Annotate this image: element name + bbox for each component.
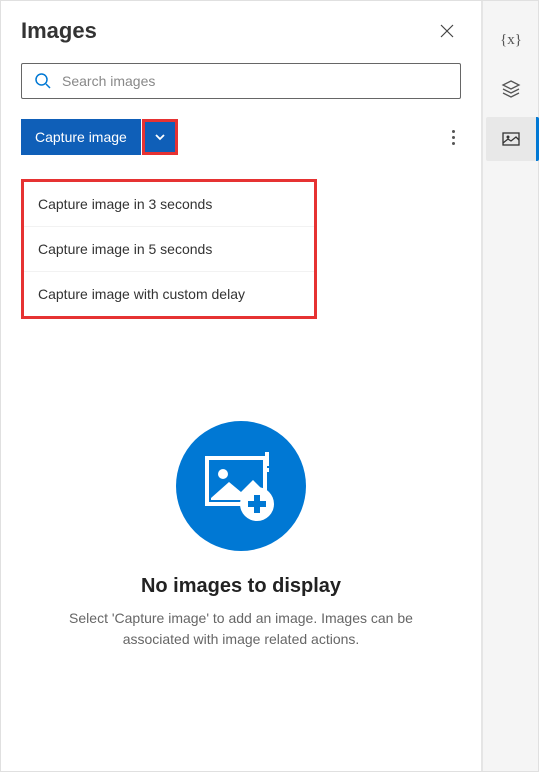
sidebar-item-layers[interactable] <box>487 67 535 111</box>
search-icon <box>34 72 52 90</box>
empty-state: No images to display Select 'Capture ima… <box>1 421 481 650</box>
capture-image-button[interactable]: Capture image <box>21 119 141 155</box>
svg-text:{x}: {x} <box>500 32 522 48</box>
dropdown-item-custom[interactable]: Capture image with custom delay <box>24 272 314 316</box>
capture-split-button: Capture image <box>21 119 178 155</box>
image-plus-icon <box>201 448 281 524</box>
more-options-button[interactable] <box>446 124 461 151</box>
dropdown-item-3sec[interactable]: Capture image in 3 seconds <box>24 182 314 227</box>
panel-header: Images <box>21 17 461 45</box>
close-button[interactable] <box>433 17 461 45</box>
dropdown-item-5sec[interactable]: Capture image in 5 seconds <box>24 227 314 272</box>
empty-state-title: No images to display <box>51 575 431 598</box>
images-icon <box>501 129 521 149</box>
empty-state-icon <box>176 421 306 551</box>
chevron-down-icon <box>153 130 167 144</box>
capture-dropdown-toggle[interactable] <box>142 119 178 155</box>
right-sidebar: {x} <box>482 1 538 771</box>
dot-icon <box>452 136 455 139</box>
sidebar-item-images[interactable] <box>486 117 539 161</box>
sidebar-item-variables[interactable]: {x} <box>487 17 535 61</box>
close-icon <box>440 24 454 38</box>
capture-dropdown-menu: Capture image in 3 seconds Capture image… <box>21 179 317 319</box>
dot-icon <box>452 142 455 145</box>
variables-icon: {x} <box>500 28 522 50</box>
toolbar: Capture image <box>21 119 461 155</box>
images-panel: Images Capture image Capture image in 3 … <box>1 1 482 771</box>
empty-state-description: Select 'Capture image' to add an image. … <box>51 608 431 650</box>
search-input[interactable] <box>62 73 448 89</box>
dot-icon <box>452 130 455 133</box>
layers-icon <box>501 79 521 99</box>
search-box[interactable] <box>21 63 461 99</box>
panel-title: Images <box>21 18 97 44</box>
